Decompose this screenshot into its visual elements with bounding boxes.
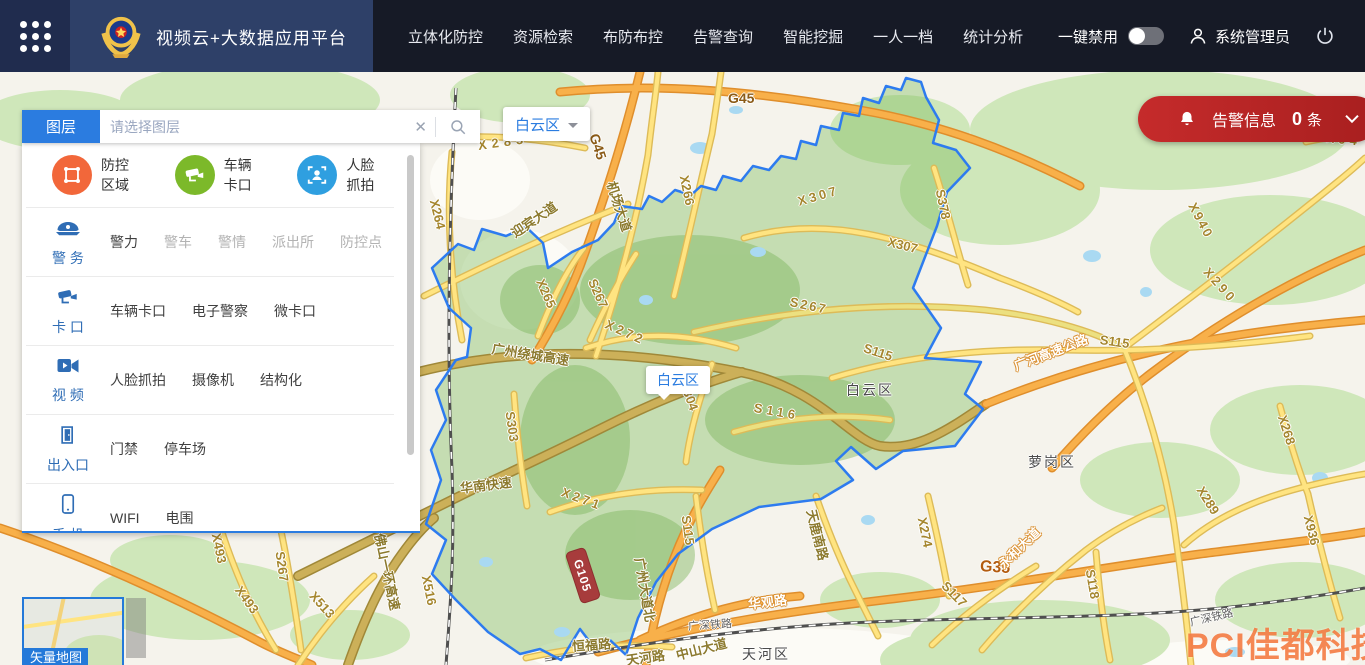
layer-item-list: WIFI 电围 xyxy=(110,508,394,528)
alert-count: 0 xyxy=(1292,109,1302,130)
district-select-dropdown[interactable]: 白云区 xyxy=(503,107,590,141)
layer-group-row: 警 务 警力 警车 警情 派出所 防控点 xyxy=(26,207,394,276)
user-name: 系统管理员 xyxy=(1215,26,1290,47)
layer-category[interactable]: 卡 口 xyxy=(26,286,110,337)
layer-item[interactable]: 门禁 xyxy=(110,439,138,459)
face-icon xyxy=(297,155,337,195)
layer-category[interactable]: 手 机 xyxy=(26,492,110,534)
alert-label: 告警信息 xyxy=(1212,107,1276,131)
layer-item[interactable]: 警力 xyxy=(110,232,138,252)
quick-layer-face[interactable]: 人脸抓拍 xyxy=(297,155,386,195)
layer-category-label: 视 频 xyxy=(52,385,84,405)
district-select-value: 白云区 xyxy=(515,114,560,135)
quick-layer-label: 防控区域 xyxy=(101,155,141,195)
nav-item-3[interactable]: 布防布控 xyxy=(603,26,663,47)
quick-layer-region[interactable]: 防控区域 xyxy=(52,155,141,195)
layer-group-row: 视 频 人脸抓拍 摄像机 结构化 xyxy=(26,345,394,414)
layer-category-label: 手 机 xyxy=(52,525,84,534)
phone-icon xyxy=(59,492,77,521)
layer-group-row: 卡 口 车辆卡口 电子警察 微卡口 xyxy=(26,276,394,345)
layer-search-input[interactable] xyxy=(100,119,406,135)
district-tooltip[interactable]: 白云区 xyxy=(646,366,710,394)
brand-area: 视频云+大数据应用平台 xyxy=(70,0,373,72)
app-window: X283X283G45G45X264迎宾大道机场大道X266X307X307S3… xyxy=(0,0,1365,665)
logout-power-button[interactable] xyxy=(1314,0,1336,72)
search-button[interactable] xyxy=(436,118,480,136)
layer-item[interactable]: 人脸抓拍 xyxy=(110,370,166,390)
quick-layer-row: 防控区域 车辆卡口 人脸抓拍 xyxy=(22,143,420,207)
layer-item[interactable]: WIFI xyxy=(110,510,140,526)
layer-item[interactable]: 微卡口 xyxy=(274,301,316,321)
quick-layer-label: 车辆卡口 xyxy=(224,155,264,195)
nav-item-6[interactable]: 一人一档 xyxy=(873,26,933,47)
main-nav: 立体化防控 资源检索 布防布控 告警查询 智能挖掘 一人一档 统计分析 xyxy=(373,0,1053,72)
cctv2-icon xyxy=(56,286,80,313)
layer-item[interactable]: 停车场 xyxy=(164,439,206,459)
layer-item-list: 人脸抓拍 摄像机 结构化 xyxy=(110,370,394,390)
app-title: 视频云+大数据应用平台 xyxy=(156,24,347,49)
cctv-icon xyxy=(175,155,215,195)
layer-category[interactable]: 警 务 xyxy=(26,217,110,268)
bell-icon xyxy=(1178,110,1196,128)
layer-item-list: 车辆卡口 电子警察 微卡口 xyxy=(110,301,394,321)
door-icon xyxy=(58,424,78,451)
layer-item[interactable]: 车辆卡口 xyxy=(110,301,166,321)
quick-layer-label: 人脸抓拍 xyxy=(346,155,386,195)
layer-item[interactable]: 电围 xyxy=(166,508,194,528)
minimap-switcher[interactable]: 矢量地图 xyxy=(22,597,124,665)
clear-search-icon[interactable]: ✕ xyxy=(406,118,435,136)
quick-disable-control: 一键禁用 xyxy=(1058,0,1164,72)
video-icon xyxy=(56,356,80,381)
quick-disable-toggle[interactable] xyxy=(1128,27,1164,45)
layer-item[interactable]: 派出所 xyxy=(272,232,314,252)
chevron-down-icon xyxy=(568,123,578,128)
layer-group-row: 出入口 门禁 停车场 xyxy=(26,414,394,483)
alert-expand-chevron-icon[interactable] xyxy=(1344,113,1360,125)
search-icon xyxy=(449,118,467,136)
panel-scrollbar[interactable] xyxy=(407,155,414,455)
layer-item[interactable]: 警情 xyxy=(218,232,246,252)
quick-layer-cctv[interactable]: 车辆卡口 xyxy=(175,155,264,195)
layer-item[interactable]: 电子警察 xyxy=(192,301,248,321)
nav-item-7[interactable]: 统计分析 xyxy=(963,26,1023,47)
layer-item-list: 门禁 停车场 xyxy=(110,439,394,459)
power-icon xyxy=(1314,25,1336,47)
district-tooltip-label: 白云区 xyxy=(657,372,699,388)
layer-item[interactable]: 结构化 xyxy=(260,370,302,390)
grid-menu-icon xyxy=(20,21,51,52)
layer-category-label: 出入口 xyxy=(47,455,89,475)
layer-category[interactable]: 出入口 xyxy=(26,424,110,475)
vendor-watermark: PCI佳都科技 xyxy=(1186,618,1365,665)
layer-groups: 警 务 警力 警车 警情 派出所 防控点卡 口 车辆卡口 电子警察 微卡口视 频 人脸抓拍 摄像机 结… xyxy=(22,207,420,533)
police-emblem-logo xyxy=(98,11,144,61)
layer-item[interactable]: 摄像机 xyxy=(192,370,234,390)
layer-item[interactable]: 警车 xyxy=(164,232,192,252)
nav-item-2[interactable]: 资源检索 xyxy=(513,26,573,47)
layer-item[interactable]: 防控点 xyxy=(340,232,382,252)
region-icon xyxy=(52,155,92,195)
minimap-road xyxy=(22,608,124,630)
alert-banner[interactable]: 告警信息 0 条 xyxy=(1138,96,1365,142)
minimap-expand-strip[interactable] xyxy=(126,598,146,658)
layer-item-list: 警力 警车 警情 派出所 防控点 xyxy=(110,232,408,252)
top-navigation-bar: 视频云+大数据应用平台 立体化防控 资源检索 布防布控 告警查询 智能挖掘 一人一档 统计分… xyxy=(0,0,1365,72)
layer-group-row: 手 机 WIFI 电围 xyxy=(26,483,394,533)
nav-item-1[interactable]: 立体化防控 xyxy=(408,26,483,47)
user-menu[interactable]: 系统管理员 xyxy=(1188,0,1290,72)
nav-item-4[interactable]: 告警查询 xyxy=(693,26,753,47)
layer-category-label: 警 务 xyxy=(52,248,84,268)
police-icon xyxy=(55,217,81,244)
layer-category[interactable]: 视 频 xyxy=(26,356,110,405)
nav-item-5[interactable]: 智能挖掘 xyxy=(783,26,843,47)
layer-search-bar: 图层 ✕ xyxy=(22,110,480,143)
alert-unit: 条 xyxy=(1307,109,1322,130)
app-grid-menu-button[interactable] xyxy=(0,0,70,72)
user-icon xyxy=(1188,26,1208,46)
minimap-label: 矢量地图 xyxy=(24,648,88,665)
quick-disable-label: 一键禁用 xyxy=(1058,26,1118,47)
layer-category-label: 卡 口 xyxy=(52,317,84,337)
layer-tab-button[interactable]: 图层 xyxy=(22,110,100,143)
layer-panel: 防控区域车辆卡口人脸抓拍 警 务警力警车警情派出所防控点卡 口车辆卡口电子警察微… xyxy=(22,143,420,533)
